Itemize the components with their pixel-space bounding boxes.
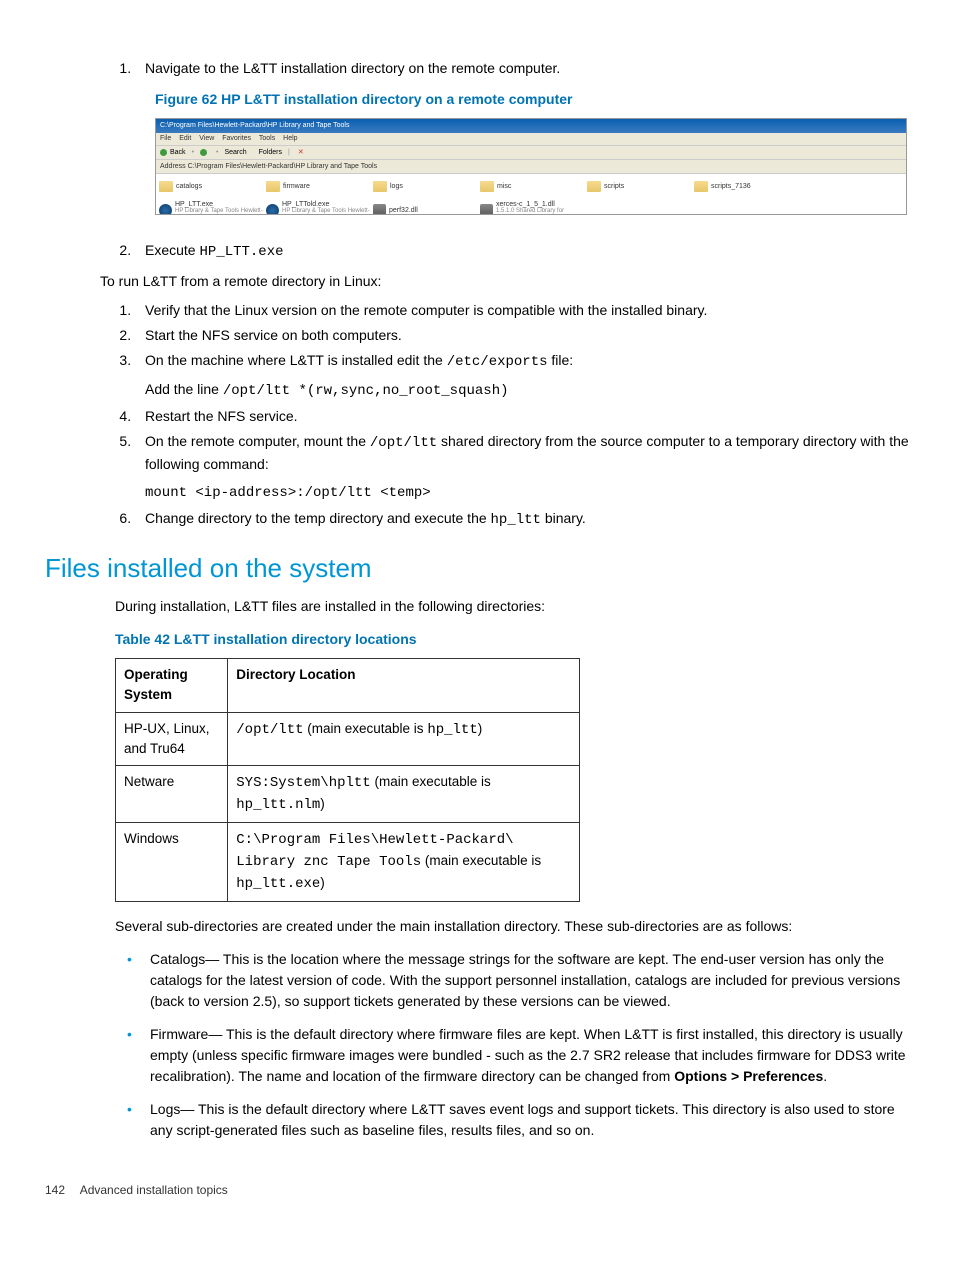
window-menubar: File Edit View Favorites Tools Help [156,133,906,146]
figure-caption: Figure 62 HP L&TT installation directory… [155,89,909,110]
code-etc-exports: /etc/exports [447,354,548,370]
linux-steps: Verify that the Linux version on the rem… [45,300,909,531]
table-header-os: Operating System [116,659,228,713]
section-heading: Files installed on the system [45,549,909,588]
back-button[interactable]: Back [170,147,186,158]
section-intro: During installation, L&TT files are inst… [115,596,909,617]
table-cell-os: HP-UX, Linux, and Tru64 [116,712,228,766]
address-bar[interactable]: Address C:\Program Files\Hewlett-Packard… [156,160,906,174]
menu-file[interactable]: File [160,135,171,142]
code-mount-cmd: mount <ip-address>:/opt/ltt <temp> [145,483,909,504]
search-button[interactable]: Search [224,147,246,158]
table-row: Netware SYS:System\hpltt (main executabl… [116,766,580,823]
folder-icon [373,181,387,192]
address-value: C:\Program Files\Hewlett-Packard\HP Libr… [188,163,377,170]
folder-item[interactable]: misc [480,176,585,196]
step2-code: HP_LTT.exe [199,244,283,260]
folder-content: catalogs firmware logs misc scripts scri… [156,174,906,215]
table-row: Windows C:\Program Files\Hewlett-Packard… [116,823,580,902]
folder-icon [159,181,173,192]
linux-step-1: Verify that the Linux version on the rem… [135,300,909,321]
remote-windows-steps: Navigate to the L&TT installation direct… [45,58,909,79]
page-footer: 142 Advanced installation topics [45,1181,909,1199]
hp-exe-icon [159,204,172,216]
table-cell-loc: /opt/ltt (main executable is hp_ltt) [228,712,580,766]
step-2: Execute HP_LTT.exe [135,240,909,263]
file-item[interactable]: perf32.dll [373,200,478,215]
page-number: 142 [45,1183,65,1197]
folders-button[interactable]: Folders [259,147,282,158]
delete-icon[interactable]: ✕ [298,147,304,158]
file-item[interactable]: HP_LTTold.exeHP Library & Tape Tools Hew… [266,200,371,215]
dll-icon [373,204,386,216]
folder-item[interactable]: logs [373,176,478,196]
menu-help[interactable]: Help [283,135,297,142]
folder-item[interactable]: scripts_7136 [694,176,799,196]
step-1: Navigate to the L&TT installation direct… [135,58,909,79]
menu-view[interactable]: View [199,135,214,142]
code-export-line: /opt/ltt *(rw,sync,no_root_squash) [223,383,509,399]
hp-exe-icon [266,204,279,216]
folder-icon [587,181,601,192]
remote-windows-steps-cont: Execute HP_LTT.exe [45,240,909,263]
explorer-screenshot: C:\Program Files\Hewlett-Packard\HP Libr… [155,118,907,215]
linux-step-4: Restart the NFS service. [135,406,909,427]
after-table-text: Several sub-directories are created unde… [115,916,909,937]
linux-step-6: Change directory to the temp directory a… [135,508,909,531]
table-row: HP-UX, Linux, and Tru64 /opt/ltt (main e… [116,712,580,766]
code-opt-ltt: /opt/ltt [370,435,437,451]
folder-item[interactable]: firmware [266,176,371,196]
folder-icon [266,181,280,192]
back-button-icon[interactable] [160,149,167,156]
table-header-row: Operating System Directory Location [116,659,580,713]
footer-title: Advanced installation topics [80,1183,228,1197]
dll-icon [480,204,493,216]
table-cell-loc: SYS:System\hpltt (main executable is hp_… [228,766,580,823]
install-locations-table: Operating System Directory Location HP-U… [115,658,580,902]
bullet-logs: Logs— This is the default directory wher… [115,1099,909,1141]
menu-edit[interactable]: Edit [179,135,191,142]
menu-favorites[interactable]: Favorites [222,135,251,142]
table-cell-os: Windows [116,823,228,902]
menu-tools[interactable]: Tools [259,135,275,142]
forward-button-icon[interactable] [200,149,207,156]
linux-step-5: On the remote computer, mount the /opt/l… [135,431,909,504]
table-caption: Table 42 L&TT installation directory loc… [115,629,909,650]
folder-icon [480,181,494,192]
subdirectory-bullets: Catalogs— This is the location where the… [45,949,909,1141]
code-hp-ltt: hp_ltt [491,512,541,528]
linux-step-2: Start the NFS service on both computers. [135,325,909,346]
table-cell-loc: C:\Program Files\Hewlett-Packard\ Librar… [228,823,580,902]
table-cell-os: Netware [116,766,228,823]
folder-icon [694,181,708,192]
window-titlebar: C:\Program Files\Hewlett-Packard\HP Libr… [156,119,906,133]
address-label: Address [160,163,186,170]
linux-step-3: On the machine where L&TT is installed e… [135,350,909,402]
folder-item[interactable]: scripts [587,176,692,196]
window-toolbar: Back • • Search Folders | ✕ [156,146,906,160]
table-header-loc: Directory Location [228,659,580,713]
file-item[interactable]: xerces-c_1_5_1.dll1.5.1.0 Shared Library… [480,200,585,215]
options-preferences-label: Options > Preferences [674,1068,823,1084]
file-item[interactable]: HP_LTT.exeHP Library & Tape Tools Hewlet… [159,200,264,215]
linux-intro: To run L&TT from a remote directory in L… [100,271,909,292]
bullet-firmware: Firmware— This is the default directory … [115,1024,909,1087]
folder-item[interactable]: catalogs [159,176,264,196]
bullet-catalogs: Catalogs— This is the location where the… [115,949,909,1012]
